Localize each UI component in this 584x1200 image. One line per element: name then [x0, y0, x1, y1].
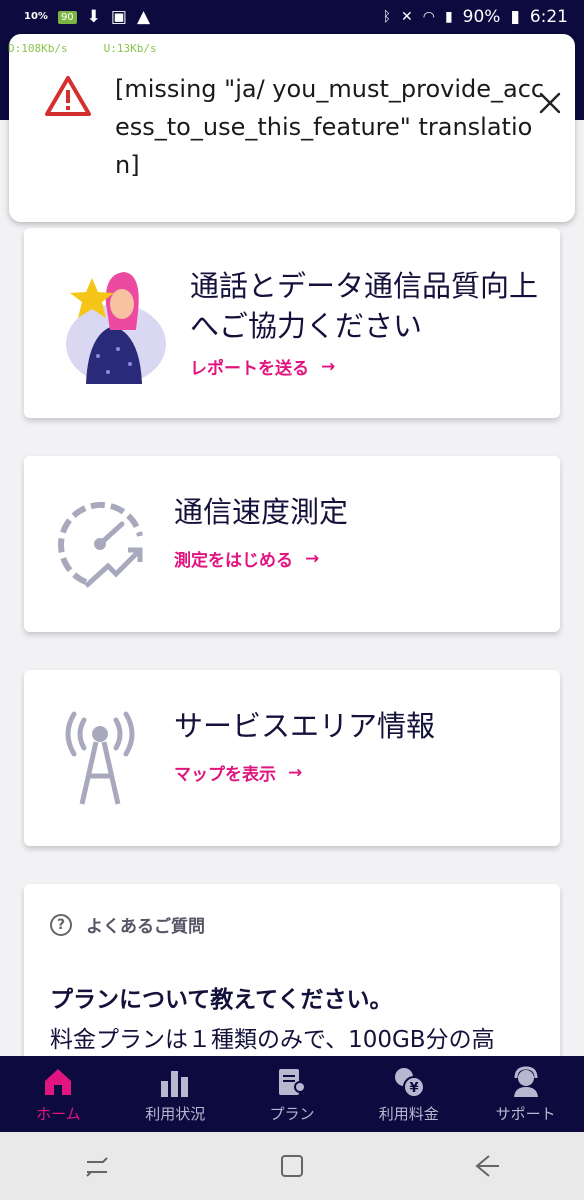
faq-heading: ? よくあるご質問 [50, 912, 205, 937]
bottom-nav: ホーム 利用状況 プラン ¥ 利用料金 サポート [0, 1056, 584, 1132]
speed-test-card[interactable]: 通信速度測定 測定をはじめる → [24, 456, 560, 632]
close-icon[interactable] [537, 90, 563, 116]
faq-question[interactable]: プランについて教えてください。 [50, 980, 392, 1014]
error-toast: [missing "ja/ you_must_provide_access_to… [9, 34, 575, 222]
recent-apps-icon[interactable] [77, 1146, 117, 1186]
faq-card[interactable]: ? よくあるご質問 プランについて教えてください。 料金プランは１種類のみで、1… [24, 884, 560, 1084]
show-map-label: マップを表示 [174, 765, 276, 785]
plan-icon [278, 1068, 306, 1095]
nav-plan[interactable]: プラン [234, 1056, 351, 1132]
nav-home[interactable]: ホーム [0, 1056, 117, 1132]
system-nav-bar [0, 1132, 584, 1200]
bar-chart-icon [161, 1070, 189, 1097]
cell-tower-icon [65, 711, 135, 805]
service-area-card[interactable]: サービスエリア情報 マップを表示 → [24, 670, 560, 846]
battery-icon: ▮ [510, 7, 520, 27]
status-bar-left: 10% 90 ⬇ ▣ ▲ [24, 7, 150, 27]
home-button-icon[interactable] [272, 1146, 312, 1186]
wifi-icon: ◠ [422, 9, 435, 25]
question-icon: ? [50, 913, 72, 936]
nav-usage[interactable]: 利用状況 [117, 1056, 234, 1132]
nav-support-label: サポート [495, 1104, 556, 1123]
warning-icon [45, 76, 91, 116]
home-icon [45, 1068, 72, 1095]
toast-message: [missing "ja/ you_must_provide_access_to… [115, 75, 545, 179]
nav-charges[interactable]: ¥ 利用料金 [350, 1056, 467, 1132]
svg-text:¥: ¥ [409, 1081, 418, 1096]
status-bar-right: ᛒ ✕ ◠ ▮ 90% ▮ 6:21 [383, 7, 568, 27]
mute-icon: ✕ [400, 9, 413, 25]
cpu-badge: 10% [24, 11, 48, 22]
upload-speed: U:13Kb/s [103, 42, 157, 55]
quality-report-title: 通話とデータ通信品質向上へご協力ください [190, 269, 539, 343]
clock: 6:21 [529, 7, 568, 27]
nav-usage-label: 利用状況 [145, 1104, 206, 1123]
speedometer-icon [58, 502, 143, 588]
service-area-title: サービスエリア情報 [174, 709, 436, 743]
nav-support[interactable]: サポート [467, 1056, 584, 1132]
image-icon: ▣ [110, 7, 127, 27]
show-map-link[interactable]: マップを表示 → [174, 760, 303, 786]
back-icon[interactable] [467, 1146, 507, 1186]
faq-answer: 料金プランは１種類のみで、100GB分の高 [50, 1027, 495, 1053]
star-person-illustration [66, 272, 166, 384]
nav-home-label: ホーム [36, 1104, 81, 1123]
start-speed-test-link[interactable]: 測定をはじめる → [174, 546, 320, 572]
yen-coins-icon: ¥ [394, 1067, 425, 1098]
arrow-right-icon: → [305, 548, 320, 569]
status-bar: 10% 90 ⬇ ▣ ▲ ᛒ ✕ ◠ ▮ 90% ▮ 6:21 [0, 0, 584, 34]
faq-heading-label: よくあるご質問 [86, 917, 205, 937]
send-report-label: レポートを送る [190, 359, 309, 379]
signal-icon: ▮ [444, 9, 453, 25]
send-report-link[interactable]: レポートを送る → [190, 354, 336, 380]
nav-plan-label: プラン [269, 1104, 315, 1123]
battery-percent: 90% [462, 7, 501, 27]
download-speed: D:108Kb/s [8, 42, 68, 55]
nav-charges-label: 利用料金 [378, 1104, 439, 1123]
alert-icon: ▲ [136, 7, 151, 27]
arrow-right-icon: → [321, 356, 336, 377]
network-speed: D:108Kb/s U:13Kb/s [8, 42, 208, 56]
start-speed-test-label: 測定をはじめる [174, 551, 293, 571]
support-agent-icon [513, 1065, 538, 1097]
speed-test-title: 通信速度測定 [174, 495, 349, 529]
arrow-right-icon: → [288, 762, 303, 783]
quality-report-card[interactable]: 通話とデータ通信品質向上へご協力ください レポートを送る → [24, 228, 560, 418]
bluetooth-icon: ᛒ [382, 9, 391, 25]
app-badge: 90 [57, 10, 77, 24]
download-icon: ⬇ [86, 7, 101, 27]
